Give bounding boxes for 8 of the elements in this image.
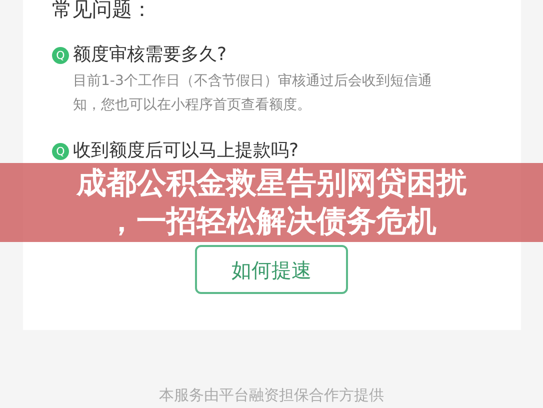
question-icon: Q	[52, 46, 69, 64]
answer-text: 目前1-3个工作日（不含节假日）审核通过后会收到短信通 知，您也可以在小程序首页查看额度。	[73, 72, 433, 115]
footer-text: 本服务由平台融资担保合作方提供	[158, 385, 385, 406]
banner-title: 成都公积金救星告别网贷困扰 ，一招轻松解决债务危机	[76, 164, 466, 240]
question-icon: Q	[52, 142, 69, 160]
question-text: 收到额度后可以马上提款吗?	[73, 139, 299, 163]
question-text: 额度审核需要多久?	[73, 43, 227, 67]
speed-up-button[interactable]: 如何提速	[195, 245, 348, 294]
